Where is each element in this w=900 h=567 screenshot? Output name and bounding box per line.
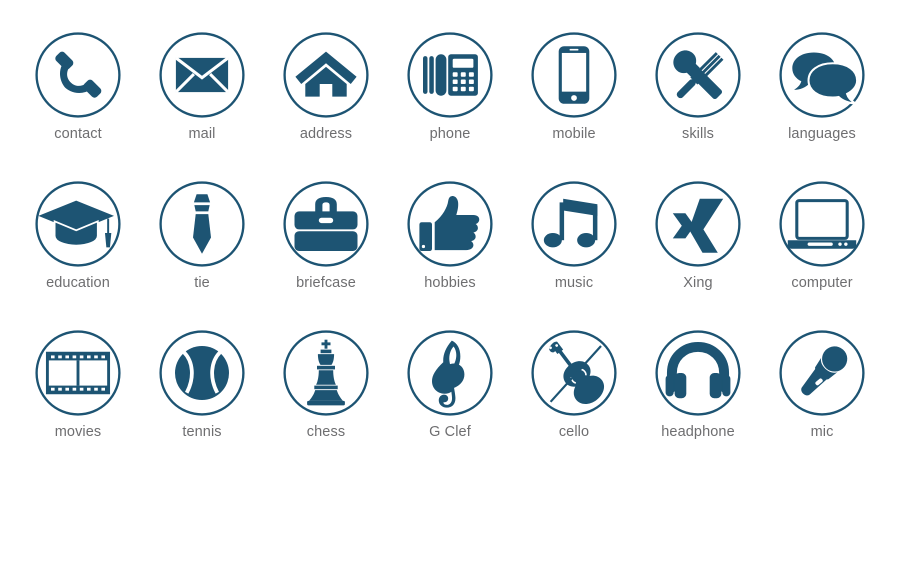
icon-cell-cello[interactable]: cello	[512, 328, 636, 440]
microphone-icon	[779, 330, 865, 416]
icon-label: cello	[558, 424, 590, 440]
phone-handset-icon	[35, 32, 121, 118]
film-strip-icon	[35, 330, 121, 416]
icon-cell-tie[interactable]: tie	[140, 179, 264, 291]
icon-label: music	[554, 275, 594, 291]
icon-label: tie	[194, 275, 210, 291]
icon-cell-headphone[interactable]: headphone	[636, 328, 760, 440]
icon-cell-education[interactable]: education	[16, 179, 140, 291]
laptop-icon	[779, 181, 865, 267]
icon-label: mic	[810, 424, 834, 440]
icon-cell-music[interactable]: music	[512, 179, 636, 291]
tennis-ball-icon	[159, 330, 245, 416]
treble-clef-icon	[407, 330, 493, 416]
icon-label: tennis	[182, 424, 222, 440]
icon-cell-mobile[interactable]: mobile	[512, 30, 636, 142]
icon-cell-movies[interactable]: movies	[16, 328, 140, 440]
icon-cell-hobbies[interactable]: hobbies	[388, 179, 512, 291]
icon-row: contact mail address phone mobile skills…	[0, 30, 900, 179]
speech-bubbles-icon	[779, 32, 865, 118]
icon-label: address	[299, 126, 353, 142]
icon-label: movies	[54, 424, 102, 440]
house-icon	[283, 32, 369, 118]
icon-cell-address[interactable]: address	[264, 30, 388, 142]
headphones-icon	[655, 330, 741, 416]
icon-label: headphone	[661, 424, 735, 440]
icon-label: mobile	[552, 126, 596, 142]
icon-label: computer	[791, 275, 853, 291]
icon-cell-computer[interactable]: computer	[760, 179, 884, 291]
icon-label: briefcase	[296, 275, 356, 291]
icon-cell-chess[interactable]: chess	[264, 328, 388, 440]
icon-label: G Clef	[429, 424, 471, 440]
icon-label: languages	[788, 126, 856, 142]
icon-label: contact	[54, 126, 102, 142]
necktie-icon	[159, 181, 245, 267]
icon-cell-contact[interactable]: contact	[16, 30, 140, 142]
icon-label: education	[46, 275, 110, 291]
envelope-icon	[159, 32, 245, 118]
icon-label: phone	[429, 126, 471, 142]
icon-cell-tennis[interactable]: tennis	[140, 328, 264, 440]
icon-label: skills	[681, 126, 714, 142]
icon-cell-languages[interactable]: languages	[760, 30, 884, 142]
icon-label: Xing	[683, 275, 713, 291]
cello-icon	[531, 330, 617, 416]
icon-cell-gclef[interactable]: G Clef	[388, 328, 512, 440]
icon-cell-mail[interactable]: mail	[140, 30, 264, 142]
icon-row: education tie briefcase hobbies music Xi…	[0, 179, 900, 328]
icon-grid: contact mail address phone mobile skills…	[0, 0, 900, 567]
icon-cell-xing[interactable]: Xing	[636, 179, 760, 291]
desk-phone-icon	[407, 32, 493, 118]
icon-row: movies tennis chess G Clef cello headpho…	[0, 328, 900, 477]
icon-label: chess	[306, 424, 346, 440]
wrench-screwdriver-icon	[655, 32, 741, 118]
smartphone-icon	[531, 32, 617, 118]
chess-king-icon	[283, 330, 369, 416]
icon-cell-briefcase[interactable]: briefcase	[264, 179, 388, 291]
icon-label: hobbies	[424, 275, 476, 291]
xing-logo-icon	[655, 181, 741, 267]
graduation-cap-icon	[35, 181, 121, 267]
music-note-icon	[531, 181, 617, 267]
icon-cell-mic[interactable]: mic	[760, 328, 884, 440]
briefcase-icon	[283, 181, 369, 267]
icon-label: mail	[188, 126, 216, 142]
icon-cell-skills[interactable]: skills	[636, 30, 760, 142]
thumbs-up-icon	[407, 181, 493, 267]
icon-cell-phone[interactable]: phone	[388, 30, 512, 142]
